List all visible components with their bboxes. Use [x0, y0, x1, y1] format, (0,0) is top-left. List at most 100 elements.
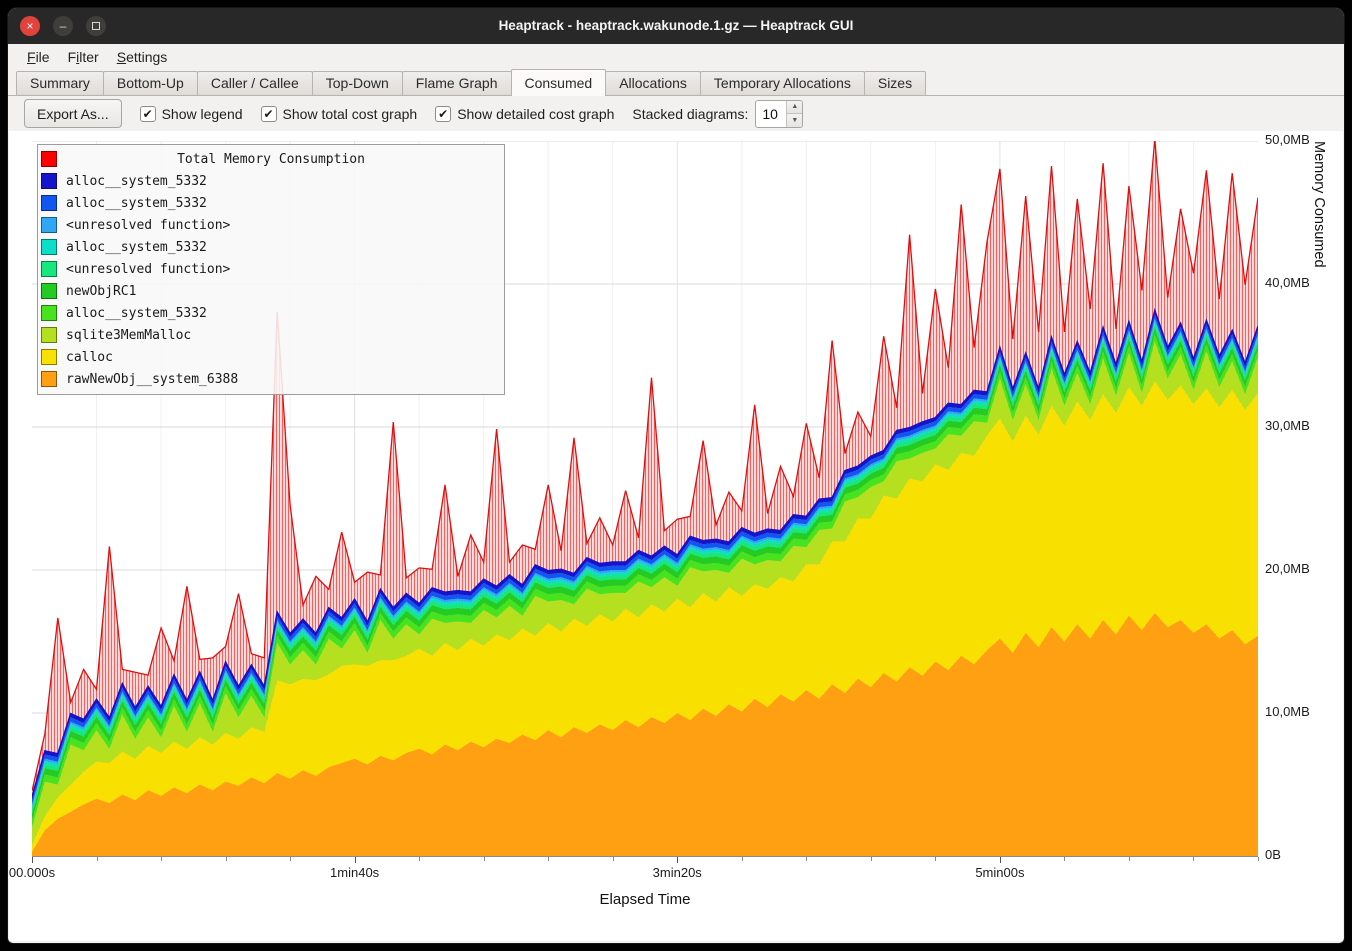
legend-item: alloc__system_5332 — [38, 170, 504, 192]
x-tick-mark — [1064, 857, 1065, 861]
legend-swatch — [41, 305, 57, 321]
chevron-up-icon: ▲ — [791, 103, 798, 110]
legend-item: alloc__system_5332 — [38, 192, 504, 214]
legend-label: alloc__system_5332 — [66, 306, 207, 321]
legend-label: calloc — [66, 350, 113, 365]
legend-label: <unresolved function> — [66, 218, 230, 233]
tab-sizes[interactable]: Sizes — [864, 71, 926, 95]
spin-down-button[interactable]: ▼ — [787, 113, 802, 127]
close-button[interactable]: × — [20, 16, 40, 36]
legend-item: newObjRC1 — [38, 280, 504, 302]
x-tick-mark — [1193, 857, 1194, 861]
x-tick-mark — [32, 857, 33, 863]
stacked-diagrams-label: Stacked diagrams: — [632, 106, 748, 122]
legend-swatch — [41, 283, 57, 299]
stacked-diagrams-control: Stacked diagrams: 10 ▲ ▼ — [632, 100, 803, 128]
tab-bottom-up[interactable]: Bottom-Up — [103, 71, 198, 95]
tab-flame-graph[interactable]: Flame Graph — [402, 71, 512, 95]
legend-label: newObjRC1 — [66, 284, 136, 299]
tab-temporary-allocations[interactable]: Temporary Allocations — [700, 71, 865, 95]
x-tick-mark — [355, 857, 356, 863]
spinbox-value: 10 — [756, 101, 786, 127]
app-window: × – Heaptrack - heaptrack.wakunode.1.gz … — [8, 8, 1344, 943]
legend-label: alloc__system_5332 — [66, 240, 207, 255]
window-controls: × – — [20, 16, 106, 36]
legend-swatch — [41, 349, 57, 365]
legend-item: <unresolved function> — [38, 214, 504, 236]
tab-caller-callee[interactable]: Caller / Callee — [197, 71, 313, 95]
window-title: Heaptrack - heaptrack.wakunode.1.gz — He… — [8, 8, 1344, 44]
tab-top-down[interactable]: Top-Down — [312, 71, 403, 95]
x-axis-line — [32, 856, 1258, 857]
x-tick-mark — [97, 857, 98, 861]
stacked-diagrams-spinbox[interactable]: 10 ▲ ▼ — [755, 100, 803, 128]
checkbox-show-total-cost-graph[interactable]: ✔ Show total cost graph — [261, 106, 418, 122]
x-tick-label: 5min00s — [955, 865, 1045, 880]
spinbox-buttons: ▲ ▼ — [786, 101, 802, 127]
tab-allocations[interactable]: Allocations — [605, 71, 701, 95]
legend-label: rawNewObj__system_6388 — [66, 372, 238, 387]
checkbox-label: Show total cost graph — [283, 106, 418, 122]
toolbar-checkboxes: ✔ Show legend ✔ Show total cost graph ✔ Show … — [140, 106, 615, 122]
chart-legend: Total Memory Consumption alloc__system_53… — [37, 144, 505, 395]
legend-swatch — [41, 217, 57, 233]
tab-bar: SummaryBottom-UpCaller / CalleeTop-DownF… — [8, 69, 1344, 96]
tab-consumed[interactable]: Consumed — [511, 69, 607, 96]
y-tick-label: 0B — [1265, 847, 1335, 862]
tab-summary[interactable]: Summary — [16, 71, 104, 95]
x-tick-label: 00.000s — [8, 865, 77, 880]
x-tick-mark — [1258, 857, 1259, 861]
checkbox-show-legend[interactable]: ✔ Show legend — [140, 106, 243, 122]
close-icon: × — [26, 20, 33, 32]
checkmark-icon: ✔ — [140, 106, 156, 122]
legend-label: alloc__system_5332 — [66, 174, 207, 189]
spin-up-button[interactable]: ▲ — [787, 101, 802, 114]
y-tick-label: 10,0MB — [1265, 704, 1335, 719]
legend-swatch — [41, 195, 57, 211]
menu-filter[interactable]: Filter — [59, 47, 108, 67]
legend-item: sqlite3MemMalloc — [38, 324, 504, 346]
x-tick-mark — [226, 857, 227, 861]
chart-area: Elapsed Time Memory Consumed Total Memor… — [9, 131, 1343, 941]
legend-item: calloc — [38, 346, 504, 368]
legend-title: Total Memory Consumption — [38, 152, 504, 167]
x-tick-label: 1min40s — [310, 865, 400, 880]
menu-settings[interactable]: Settings — [108, 47, 177, 67]
x-tick-mark — [548, 857, 549, 861]
legend-swatch — [41, 239, 57, 255]
x-tick-mark — [613, 857, 614, 861]
x-tick-mark — [161, 857, 162, 861]
maximize-button[interactable] — [86, 16, 106, 36]
minimize-icon: – — [60, 20, 67, 32]
checkmark-icon: ✔ — [435, 106, 451, 122]
checkbox-show-detailed-cost-graph[interactable]: ✔ Show detailed cost graph — [435, 106, 614, 122]
chevron-down-icon: ▼ — [791, 117, 798, 124]
legend-item: alloc__system_5332 — [38, 236, 504, 258]
y-tick-label: 30,0MB — [1265, 418, 1335, 433]
legend-swatch — [41, 261, 57, 277]
y-tick-label: 50,0MB — [1265, 132, 1335, 147]
legend-label: <unresolved function> — [66, 262, 230, 277]
x-tick-mark — [1129, 857, 1130, 861]
menu-file[interactable]: File — [18, 47, 59, 67]
y-tick-label: 40,0MB — [1265, 275, 1335, 290]
legend-item: rawNewObj__system_6388 — [38, 368, 504, 390]
x-tick-mark — [935, 857, 936, 861]
y-tick-label: 20,0MB — [1265, 561, 1335, 576]
checkbox-label: Show detailed cost graph — [457, 106, 614, 122]
minimize-button[interactable]: – — [53, 16, 73, 36]
x-tick-mark — [290, 857, 291, 861]
x-tick-mark — [871, 857, 872, 861]
x-tick-label: 3min20s — [632, 865, 722, 880]
legend-swatch — [41, 371, 57, 387]
legend-item: alloc__system_5332 — [38, 302, 504, 324]
titlebar[interactable]: × – Heaptrack - heaptrack.wakunode.1.gz … — [8, 8, 1344, 44]
export-as-button[interactable]: Export As... — [24, 99, 122, 128]
screen: × – Heaptrack - heaptrack.wakunode.1.gz … — [0, 0, 1352, 951]
checkmark-icon: ✔ — [261, 106, 277, 122]
y-axis-title: Memory Consumed — [1311, 141, 1327, 856]
x-tick-mark — [677, 857, 678, 863]
x-tick-mark — [742, 857, 743, 861]
checkbox-label: Show legend — [162, 106, 243, 122]
x-tick-mark — [1000, 857, 1001, 863]
